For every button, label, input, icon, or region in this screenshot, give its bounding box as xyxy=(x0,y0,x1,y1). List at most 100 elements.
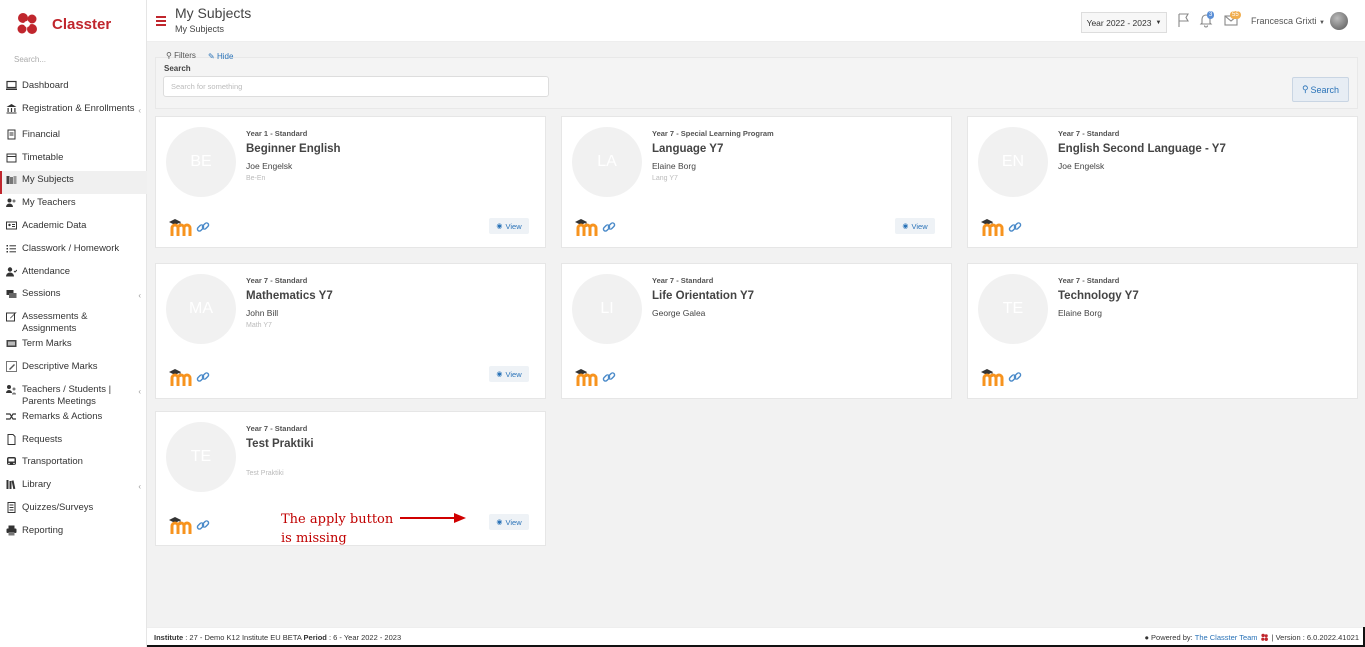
pencil-square-icon xyxy=(6,360,17,372)
sidebar-item-dashboard[interactable]: Dashboard xyxy=(0,77,147,100)
moodle-icon[interactable] xyxy=(574,217,598,237)
view-button[interactable]: ◉ View xyxy=(489,218,529,234)
subject-card: LI Year 7 - Standard Life Orientation Y7 Ge… xyxy=(561,263,952,399)
sidebar-item-classwork-homework[interactable]: Classwork / Homework xyxy=(0,240,147,263)
sidebar-item-reporting[interactable]: Reporting xyxy=(0,522,147,545)
bus-icon xyxy=(6,456,17,467)
filters-toggle[interactable]: ⚲ Filters xyxy=(166,51,196,60)
sidebar-item-financial[interactable]: Financial xyxy=(0,126,147,149)
id-card-icon xyxy=(6,220,17,231)
link-icon[interactable] xyxy=(196,370,210,384)
sidebar-item-label: Reporting xyxy=(22,524,64,536)
term-icon xyxy=(6,338,17,349)
chevron-left-icon: ‹ xyxy=(138,291,141,301)
avatar[interactable] xyxy=(1330,12,1348,30)
sidebar-item-label: Remarks & Actions xyxy=(22,410,103,422)
subject-card: LA Year 7 - Special Learning Program Langu… xyxy=(561,116,952,248)
subject-card: MA Year 7 - Standard Mathematics Y7 John Bi… xyxy=(155,263,546,399)
edit-icon xyxy=(6,311,17,322)
moodle-icon[interactable] xyxy=(168,515,192,535)
footer-credits: ● Powered by: The Classter Team | Versio… xyxy=(1145,633,1359,642)
breadcrumb[interactable]: My Subjects xyxy=(175,24,224,34)
sidebar-search-input[interactable]: Search... xyxy=(14,55,46,64)
flag-icon[interactable] xyxy=(1176,12,1192,28)
sidebar-item-label: Sessions xyxy=(22,288,61,300)
chevron-left-icon: ‹ xyxy=(138,482,141,492)
moodle-icon[interactable] xyxy=(574,367,598,387)
hide-label: Hide xyxy=(216,52,234,61)
sidebar-item-timetable[interactable]: Timetable xyxy=(0,149,147,172)
app-name: Classter xyxy=(52,15,112,33)
link-icon[interactable] xyxy=(602,370,616,384)
moodle-icon[interactable] xyxy=(168,367,192,387)
view-button[interactable]: ◉ View xyxy=(489,514,529,530)
sidebar-item-academic-data[interactable]: Academic Data xyxy=(0,217,147,240)
hamburger-menu-icon[interactable] xyxy=(156,16,166,28)
subject-code: Test Praktiki xyxy=(246,470,284,477)
subject-code: Be-En xyxy=(246,175,266,182)
search-button[interactable]: ⚲ Search xyxy=(1292,77,1349,102)
calendar-icon xyxy=(6,152,17,163)
sidebar-item-my-teachers[interactable]: My Teachers xyxy=(0,194,147,217)
subject-card: TE Year 7 - Standard Technology Y7 Elaine B… xyxy=(967,263,1358,399)
sidebar-item-requests[interactable]: Requests xyxy=(0,431,147,454)
shuffle-icon xyxy=(6,411,17,422)
link-icon[interactable] xyxy=(1008,370,1022,384)
eye-icon: ◉ xyxy=(496,519,503,526)
link-icon[interactable] xyxy=(1008,220,1022,234)
copyright-icon: ● xyxy=(1144,633,1150,642)
view-button[interactable]: ◉ View xyxy=(895,218,935,234)
link-icon[interactable] xyxy=(196,518,210,532)
view-button[interactable]: ◉ View xyxy=(489,366,529,382)
link-icon[interactable] xyxy=(602,220,616,234)
moodle-icon[interactable] xyxy=(980,367,1004,387)
file-icon xyxy=(6,433,17,445)
classter-team-link[interactable]: The Classter Team xyxy=(1195,633,1258,642)
moodle-icon[interactable] xyxy=(168,217,192,237)
period-value: : 6 - Year 2022 - 2023 xyxy=(328,633,402,642)
pencil-icon: ✎ xyxy=(208,52,215,61)
meeting-icon xyxy=(6,384,17,395)
institution-icon xyxy=(6,103,17,114)
list-icon xyxy=(6,243,17,254)
eye-icon: ◉ xyxy=(902,223,909,230)
sidebar-item-label: Teachers / Students | Parents Meetings xyxy=(22,383,112,407)
invoice-icon xyxy=(6,129,17,140)
sidebar-item-quizzes-surveys[interactable]: Quizzes/Surveys xyxy=(0,499,147,522)
sidebar-item-sessions[interactable]: Sessions ‹ xyxy=(0,285,147,308)
sidebar-item-registration-enrollments[interactable]: Registration & Enrollments ‹ xyxy=(0,100,147,126)
subject-name: Language Y7 xyxy=(652,143,724,155)
app-logo[interactable]: Classter xyxy=(14,9,111,39)
hide-filters-link[interactable]: ✎ Hide xyxy=(208,52,233,61)
sidebar-item-label: Transportation xyxy=(22,456,83,468)
search-input[interactable] xyxy=(163,76,549,97)
caret-down-icon: ▼ xyxy=(1319,20,1325,26)
subject-card: EN Year 7 - Standard English Second Langua… xyxy=(967,116,1358,248)
sidebar-item-attendance[interactable]: Attendance xyxy=(0,263,147,286)
footer-info: Institute : 27 - Demo K12 Institute EU B… xyxy=(154,633,401,642)
annotation-line-1: The apply button xyxy=(281,512,394,527)
link-icon[interactable] xyxy=(196,220,210,234)
subject-name: English Second Language - Y7 xyxy=(1058,143,1226,155)
moodle-icon[interactable] xyxy=(980,217,1004,237)
sidebar-item-my-subjects[interactable]: My Subjects xyxy=(0,171,147,195)
subject-card: BE Year 1 - Standard Beginner English Joe E… xyxy=(155,116,546,248)
sidebar-item-descriptive-marks[interactable]: Descriptive Marks xyxy=(0,358,147,381)
sessions-icon xyxy=(6,288,17,299)
sidebar-item-library[interactable]: Library ‹ xyxy=(0,476,147,499)
sidebar-item-label: Requests xyxy=(22,433,63,445)
sidebar-item-label: Descriptive Marks xyxy=(22,360,98,372)
subject-teacher: George Galea xyxy=(652,308,706,318)
filters-label: Filters xyxy=(174,51,196,60)
sidebar-item-remarks-actions[interactable]: Remarks & Actions xyxy=(0,408,147,431)
year-selector-label: Year 2022 - 2023 xyxy=(1086,17,1152,28)
sidebar-item-term-marks[interactable]: Term Marks xyxy=(0,335,147,358)
eye-icon: ◉ xyxy=(496,371,503,378)
sidebar-item-transportation[interactable]: Transportation xyxy=(0,453,147,476)
user-name[interactable]: Francesca Grixti ▼ xyxy=(1251,16,1325,26)
sidebar-item-assessments-assignments[interactable]: Assessments & Assignments xyxy=(0,308,147,335)
sidebar-item-teachers-students-parents-meetings[interactable]: Teachers / Students | Parents Meetings ‹ xyxy=(0,381,147,408)
subject-code: Lang Y7 xyxy=(652,175,678,182)
sidebar-item-label: Quizzes/Surveys xyxy=(22,501,94,513)
year-selector[interactable]: Year 2022 - 2023 ▼ xyxy=(1081,12,1167,33)
